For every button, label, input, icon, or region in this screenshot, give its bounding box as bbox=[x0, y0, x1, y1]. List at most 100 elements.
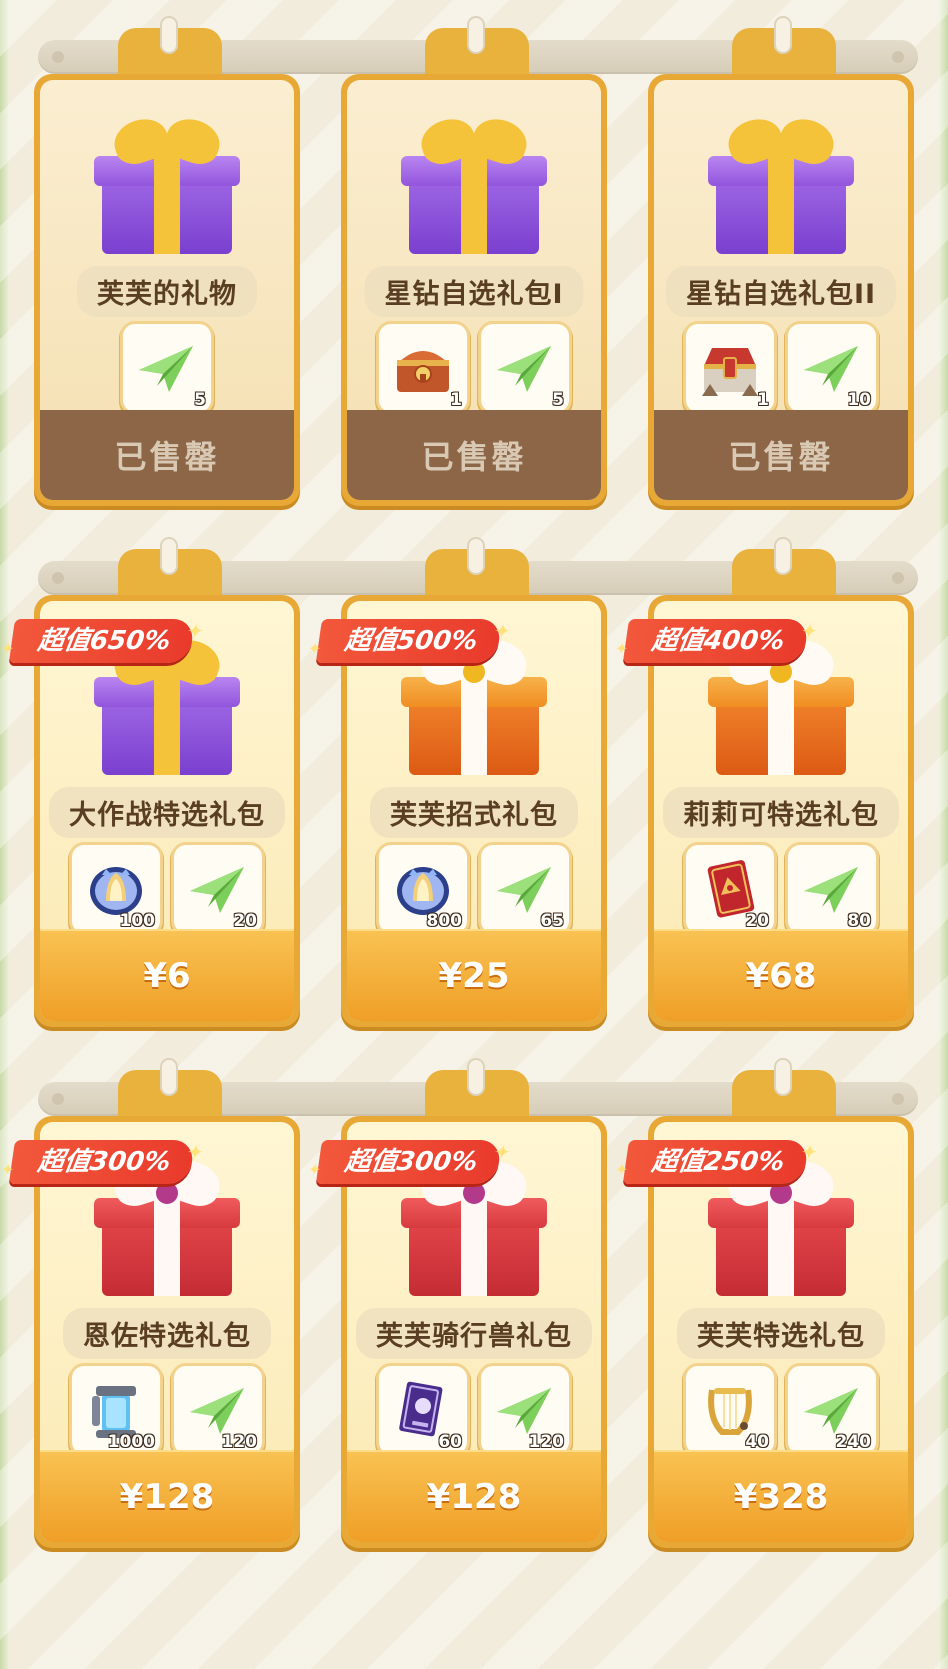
reward-quantity: 20 bbox=[233, 911, 257, 931]
gift-box-icon bbox=[399, 112, 549, 266]
sparkle-icon: ✦ bbox=[613, 1160, 630, 1179]
pack-title: 大作战特选礼包 bbox=[49, 787, 285, 838]
reward-items: 1000 120 bbox=[40, 1366, 294, 1454]
reward-quantity: 1000 bbox=[107, 1432, 155, 1452]
reward-item-slot[interactable]: 1000 bbox=[72, 1366, 160, 1454]
card-frame: 芙芙的礼物 5 已售罄 bbox=[34, 74, 300, 506]
footer-text: 已售罄 bbox=[114, 438, 220, 476]
pack-title: 芙芙招式礼包 bbox=[370, 787, 578, 838]
card-inner: 星钻自选礼包II 1 10 已售罄 bbox=[654, 80, 908, 500]
footer-text: ¥128 bbox=[426, 1477, 522, 1517]
value-badge: 超值300% ✦ ✦ bbox=[307, 1140, 512, 1184]
reward-quantity: 1 bbox=[757, 390, 769, 410]
card-frame: 超值250% ✦ ✦ 芙芙特选礼包 40 240 ¥328 bbox=[614, 1116, 914, 1548]
reward-quantity: 40 bbox=[745, 1432, 769, 1452]
reward-item-slot[interactable]: 240 bbox=[788, 1366, 876, 1454]
card-inner: 芙芙特选礼包 40 240 ¥328 bbox=[654, 1122, 908, 1542]
pack-title: 芙芙的礼物 bbox=[77, 266, 257, 317]
reward-item-slot[interactable]: 5 bbox=[481, 324, 569, 412]
reward-items: 800 65 bbox=[347, 845, 601, 933]
footer-text: ¥68 bbox=[745, 956, 817, 996]
card-inner: 星钻自选礼包I 1 5 已售罄 bbox=[347, 80, 601, 500]
buy-price-button[interactable]: ¥128 bbox=[347, 1450, 601, 1542]
card-inner: 大作战特选礼包 100 20 ¥6 bbox=[40, 601, 294, 1021]
footer-text: 已售罄 bbox=[421, 438, 527, 476]
value-badge: 超值250% ✦ ✦ bbox=[614, 1140, 819, 1184]
footer-text: 已售罄 bbox=[728, 438, 834, 476]
reward-items: 1 10 bbox=[654, 324, 908, 412]
value-badge: 超值650% ✦ ✦ bbox=[0, 619, 205, 663]
pack-title: 星钻自选礼包I bbox=[364, 266, 584, 317]
sparkle-icon: ✦ bbox=[306, 1160, 323, 1179]
reward-quantity: 60 bbox=[438, 1432, 462, 1452]
reward-quantity: 5 bbox=[552, 390, 564, 410]
buy-price-button[interactable]: ¥328 bbox=[654, 1450, 908, 1542]
footer-text: ¥25 bbox=[438, 956, 510, 996]
reward-items: 40 240 bbox=[654, 1366, 908, 1454]
sold-out-label: 已售罄 bbox=[654, 410, 908, 500]
card-inner: 芙芙的礼物 5 已售罄 bbox=[40, 80, 294, 500]
paper-plane-icon bbox=[135, 336, 199, 400]
card-frame: 星钻自选礼包II 1 10 已售罄 bbox=[648, 74, 914, 506]
footer-text: ¥328 bbox=[733, 1477, 829, 1517]
shelf-row: 芙芙的礼物 5 已售罄 星钻自选礼包I 1 5 已售罄 星钻自选礼包II 1 10 已售罄 bbox=[0, 16, 948, 536]
value-badge: 超值300% ✦ ✦ bbox=[0, 1140, 205, 1184]
shelf-row: 超值300% ✦ ✦ 恩佐特选礼包 1000 120 ¥128 超值300% ✦ ✦ 芙芙骑行兽礼包… bbox=[0, 1058, 948, 1578]
reward-item-slot[interactable]: 800 bbox=[379, 845, 467, 933]
reward-quantity: 10 bbox=[847, 390, 871, 410]
reward-item-slot[interactable]: 60 bbox=[379, 1366, 467, 1454]
reward-item-slot[interactable]: 20 bbox=[174, 845, 262, 933]
reward-items: 60 120 bbox=[347, 1366, 601, 1454]
sparkle-icon: ✦ bbox=[0, 1160, 16, 1179]
reward-quantity: 240 bbox=[835, 1432, 872, 1452]
card-frame: 超值400% ✦ ✦ 莉莉可特选礼包 20 80 ¥68 bbox=[614, 595, 914, 1027]
pack-title: 芙芙骑行兽礼包 bbox=[356, 1308, 592, 1359]
reward-quantity: 5 bbox=[194, 390, 206, 410]
value-badge: 超值500% ✦ ✦ bbox=[307, 619, 512, 663]
footer-text: ¥6 bbox=[143, 956, 191, 996]
reward-quantity: 65 bbox=[540, 911, 564, 931]
reward-item-slot[interactable]: 65 bbox=[481, 845, 569, 933]
pack-title: 星钻自选礼包II bbox=[665, 266, 897, 317]
reward-quantity: 20 bbox=[745, 911, 769, 931]
card-frame: 超值500% ✦ ✦ 芙芙招式礼包 800 65 ¥25 bbox=[307, 595, 607, 1027]
reward-item-slot[interactable]: 20 bbox=[686, 845, 774, 933]
sold-out-label: 已售罄 bbox=[347, 410, 601, 500]
reward-item-slot[interactable]: 40 bbox=[686, 1366, 774, 1454]
reward-quantity: 120 bbox=[221, 1432, 258, 1452]
card-frame: 星钻自选礼包I 1 5 已售罄 bbox=[341, 74, 607, 506]
card-frame: 超值650% ✦ ✦ 大作战特选礼包 100 20 ¥6 bbox=[0, 595, 300, 1027]
sparkle-icon: ✦ bbox=[0, 639, 16, 658]
reward-quantity: 800 bbox=[426, 911, 463, 931]
reward-item-slot[interactable]: 1 bbox=[686, 324, 774, 412]
card-inner: 芙芙骑行兽礼包 60 120 ¥128 bbox=[347, 1122, 601, 1542]
buy-price-button[interactable]: ¥6 bbox=[40, 929, 294, 1021]
gift-box-icon bbox=[92, 112, 242, 266]
reward-item-slot[interactable]: 120 bbox=[481, 1366, 569, 1454]
reward-item-slot[interactable]: 10 bbox=[788, 324, 876, 412]
card-frame: 超值300% ✦ ✦ 恩佐特选礼包 1000 120 ¥128 bbox=[0, 1116, 300, 1548]
sparkle-icon: ✦ bbox=[613, 639, 630, 658]
buy-price-button[interactable]: ¥128 bbox=[40, 1450, 294, 1542]
buy-price-button[interactable]: ¥25 bbox=[347, 929, 601, 1021]
pack-title: 恩佐特选礼包 bbox=[63, 1308, 271, 1359]
reward-item-slot[interactable]: 1 bbox=[379, 324, 467, 412]
buy-price-button[interactable]: ¥68 bbox=[654, 929, 908, 1021]
reward-items: 20 80 bbox=[654, 845, 908, 933]
card-inner: 莉莉可特选礼包 20 80 ¥68 bbox=[654, 601, 908, 1021]
reward-quantity: 80 bbox=[847, 911, 871, 931]
card-inner: 恩佐特选礼包 1000 120 ¥128 bbox=[40, 1122, 294, 1542]
reward-quantity: 120 bbox=[528, 1432, 565, 1452]
sparkle-icon: ✦ bbox=[306, 639, 323, 658]
reward-item-slot[interactable]: 100 bbox=[72, 845, 160, 933]
reward-item-slot[interactable]: 120 bbox=[174, 1366, 262, 1454]
reward-items: 15 bbox=[347, 324, 601, 412]
card-frame: 超值300% ✦ ✦ 芙芙骑行兽礼包 60 120 ¥128 bbox=[307, 1116, 607, 1548]
reward-item-slot[interactable]: 5 bbox=[123, 324, 211, 412]
treasure-chest-icon bbox=[391, 336, 455, 400]
reward-quantity: 1 bbox=[450, 390, 462, 410]
card-inner: 芙芙招式礼包 800 65 ¥25 bbox=[347, 601, 601, 1021]
value-badge: 超值400% ✦ ✦ bbox=[614, 619, 819, 663]
reward-items: 100 20 bbox=[40, 845, 294, 933]
reward-item-slot[interactable]: 80 bbox=[788, 845, 876, 933]
